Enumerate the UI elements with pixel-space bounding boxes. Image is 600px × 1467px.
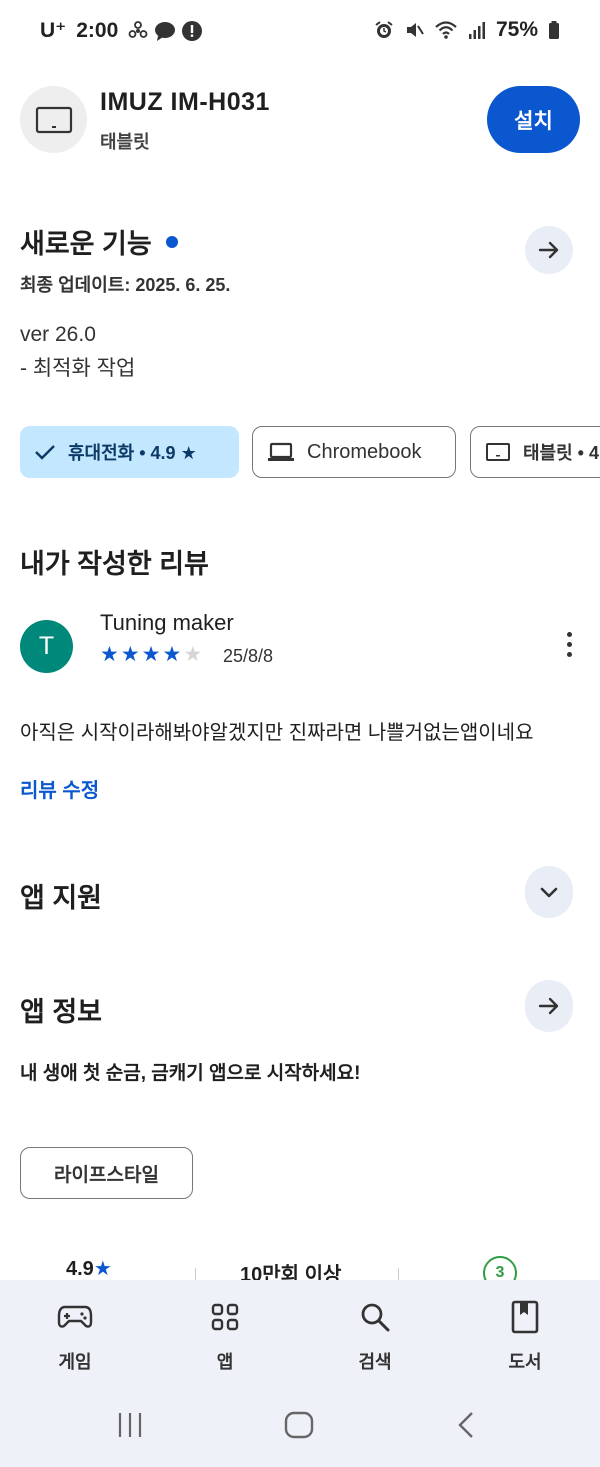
new-indicator-dot bbox=[165, 235, 178, 248]
search-icon bbox=[361, 1303, 390, 1332]
carrier-label: U⁺ bbox=[40, 19, 67, 42]
install-button[interactable]: 설치 bbox=[487, 86, 580, 153]
chip-tablet[interactable]: 태블릿 • 4 bbox=[470, 426, 600, 478]
app-support-title: 앱 지원 bbox=[20, 883, 103, 913]
alarm-icon bbox=[375, 21, 393, 38]
check-icon bbox=[35, 445, 55, 460]
reviewer-name: Tuning maker bbox=[100, 610, 234, 635]
nav-label-apps: 앱 bbox=[216, 1352, 234, 1372]
chevron-down-icon bbox=[540, 887, 558, 898]
whats-new-arrow-button[interactable] bbox=[525, 226, 573, 274]
arrow-right-icon bbox=[538, 241, 559, 259]
app-support-expand-button[interactable] bbox=[525, 866, 573, 918]
app-subtitle: 태블릿 bbox=[100, 132, 150, 152]
battery-percent: 75% bbox=[495, 18, 538, 41]
whats-new-title-text: 새로운 기능 bbox=[20, 229, 152, 259]
back-button[interactable] bbox=[452, 1409, 482, 1441]
tablet-icon bbox=[486, 443, 510, 461]
edit-review-link[interactable]: 리뷰 수정 bbox=[20, 774, 99, 803]
recents-button[interactable] bbox=[114, 1409, 146, 1441]
review-text: 아직은 시작이라해봐야알겠지만 진짜라면 나쁠거없는앱이네요 bbox=[20, 722, 534, 744]
star-filled-icon: ★ bbox=[120, 643, 140, 666]
review-date: 25/8/8 bbox=[223, 646, 274, 666]
nav-item-search[interactable]: 검색 bbox=[300, 1280, 450, 1387]
nav-label-books: 도서 bbox=[508, 1352, 542, 1372]
back-icon bbox=[458, 1412, 473, 1438]
alert-icon bbox=[182, 20, 203, 41]
nav-item-games[interactable]: 게임 bbox=[0, 1280, 150, 1387]
app-header: IMUZ IM-H031 태블릿 설치 bbox=[20, 86, 580, 156]
star-filled-icon: ★ bbox=[141, 643, 161, 666]
stat-rating: 4.9★ bbox=[66, 1258, 112, 1281]
rating-stars: ★ ★ ★ ★ ★ bbox=[100, 644, 202, 665]
mute-icon bbox=[406, 23, 424, 37]
laptop-icon bbox=[268, 442, 294, 461]
chip-phone[interactable]: 휴대전화 • 4.9 ★ bbox=[20, 426, 239, 478]
home-icon bbox=[284, 1411, 314, 1439]
battery-icon bbox=[549, 21, 559, 39]
last-update-date: 최종 업데이트: 2025. 6. 25. bbox=[20, 275, 231, 295]
stat-rating-value: 4.9 bbox=[66, 1258, 94, 1280]
chip-chromebook-label: Chromebook bbox=[307, 440, 422, 463]
nav-label-games: 게임 bbox=[58, 1352, 92, 1372]
star-empty-icon: ★ bbox=[183, 643, 203, 666]
app-support-row[interactable]: 앱 지원 bbox=[20, 866, 573, 920]
nav-label-search: 검색 bbox=[358, 1352, 392, 1372]
category-chip[interactable]: 라이프스타일 bbox=[20, 1147, 193, 1199]
whats-new-section: 새로운 기능 최종 업데이트: 2025. 6. 25. bbox=[20, 222, 573, 297]
signal-icon bbox=[468, 22, 485, 39]
chip-chromebook[interactable]: Chromebook bbox=[252, 426, 456, 478]
whats-new-title: 새로운 기능 bbox=[20, 222, 573, 261]
app-info-title: 앱 정보 bbox=[20, 997, 103, 1027]
release-notes: - 최적화 작업 bbox=[20, 357, 136, 380]
chip-phone-label: 휴대전화 • 4.9 ★ bbox=[68, 443, 197, 463]
status-bar: U⁺ 2:00 75% bbox=[0, 0, 600, 64]
chip-tablet-label: 태블릿 • 4 bbox=[523, 443, 599, 463]
fan-icon bbox=[128, 20, 148, 38]
version-label: ver 26.0 bbox=[20, 323, 96, 346]
device-chips: 휴대전화 • 4.9 ★ Chromebook 태블릿 • 4 bbox=[20, 426, 600, 480]
wifi-icon bbox=[435, 21, 457, 39]
app-title: IMUZ IM-H031 bbox=[100, 88, 270, 116]
clock: 2:00 bbox=[76, 18, 119, 42]
nav-item-apps[interactable]: 앱 bbox=[150, 1280, 300, 1387]
app-info-row[interactable]: 앱 정보 bbox=[20, 980, 573, 1034]
more-options-icon[interactable] bbox=[567, 632, 572, 657]
gamepad-icon bbox=[57, 1305, 93, 1328]
system-nav-bar bbox=[0, 1387, 600, 1467]
app-description: 내 생애 첫 순금, 금캐기 앱으로 시작하세요! bbox=[20, 1063, 361, 1084]
bottom-nav: 게임 앱 검색 도서 bbox=[0, 1280, 600, 1387]
star-filled-icon: ★ bbox=[100, 643, 119, 666]
apps-grid-icon bbox=[211, 1303, 239, 1331]
app-icon bbox=[20, 86, 87, 153]
reviewer-row: T Tuning maker ★ ★ ★ ★ ★ 25/8/8 bbox=[20, 608, 580, 678]
status-left: U⁺ 2:00 bbox=[40, 18, 203, 43]
version-notes: ver 26.0 - 최적화 작업 bbox=[20, 318, 135, 386]
chat-bubble-icon bbox=[155, 21, 176, 41]
recents-icon bbox=[118, 1413, 142, 1437]
status-right: 75% bbox=[374, 18, 560, 42]
notification-icons bbox=[128, 20, 203, 41]
book-icon bbox=[511, 1300, 539, 1334]
home-button[interactable] bbox=[282, 1409, 316, 1441]
nav-item-books[interactable]: 도서 bbox=[450, 1280, 600, 1387]
star-filled-icon: ★ bbox=[93, 1258, 112, 1280]
avatar: T bbox=[20, 620, 73, 673]
tablet-icon bbox=[35, 106, 72, 133]
my-review-title: 내가 작성한 리뷰 bbox=[20, 549, 209, 579]
star-filled-icon: ★ bbox=[162, 643, 182, 666]
app-info-arrow-button[interactable] bbox=[525, 980, 573, 1032]
arrow-right-icon bbox=[538, 997, 559, 1015]
